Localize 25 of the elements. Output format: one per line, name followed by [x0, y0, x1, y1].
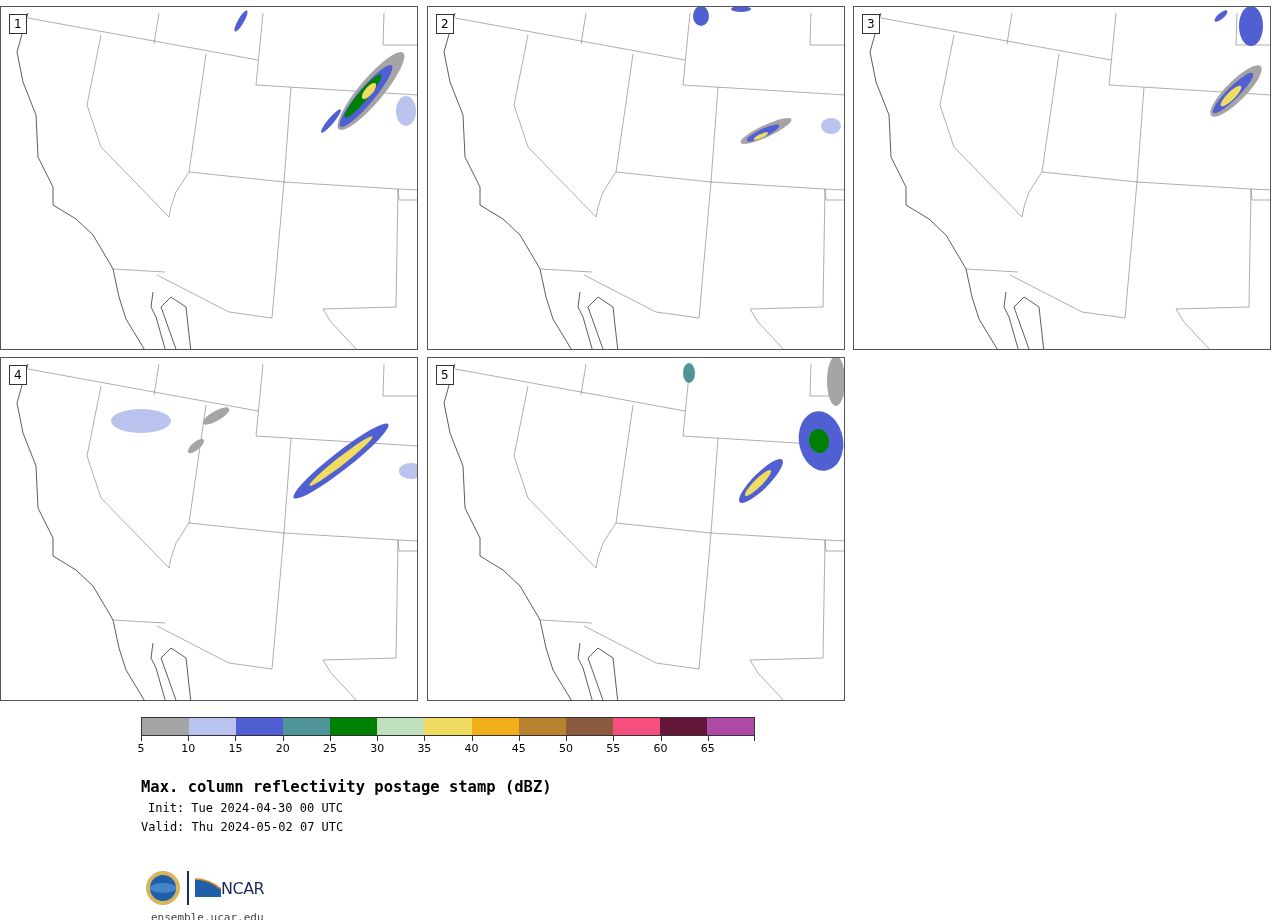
tick-label: 60 — [653, 742, 668, 755]
chart-title: Max. column reflectivity postage stamp (dBZ) — [141, 778, 553, 797]
panel-number: 2 — [436, 14, 454, 34]
tick-label: 30 — [370, 742, 385, 755]
init-time: Init: Tue 2024-04-30 00 UTC — [147, 801, 344, 815]
tick-label: 10 — [181, 742, 196, 755]
tick-label: 20 — [275, 742, 290, 755]
valid-time: Valid: Thu 2024-05-02 07 UTC — [141, 820, 344, 834]
tick-label: 5 — [137, 742, 145, 755]
panel-number: 3 — [862, 14, 880, 34]
tick-label: 40 — [464, 742, 479, 755]
tick-label: 25 — [322, 742, 337, 755]
tick-label: 50 — [559, 742, 574, 755]
ncar-wordmark: NCAR — [221, 878, 265, 898]
swoosh-icon — [195, 877, 221, 899]
tick-label: 45 — [511, 742, 526, 755]
tick-label: 15 — [228, 742, 243, 755]
panel-number: 4 — [9, 365, 27, 385]
panel-number: 1 — [9, 14, 27, 34]
nsf-seal-icon — [145, 870, 181, 906]
tick-label: 55 — [606, 742, 621, 755]
panel-number: 5 — [436, 365, 454, 385]
tick-label: 65 — [700, 742, 715, 755]
tick-label: 35 — [417, 742, 432, 755]
logo-divider-icon — [187, 871, 189, 905]
